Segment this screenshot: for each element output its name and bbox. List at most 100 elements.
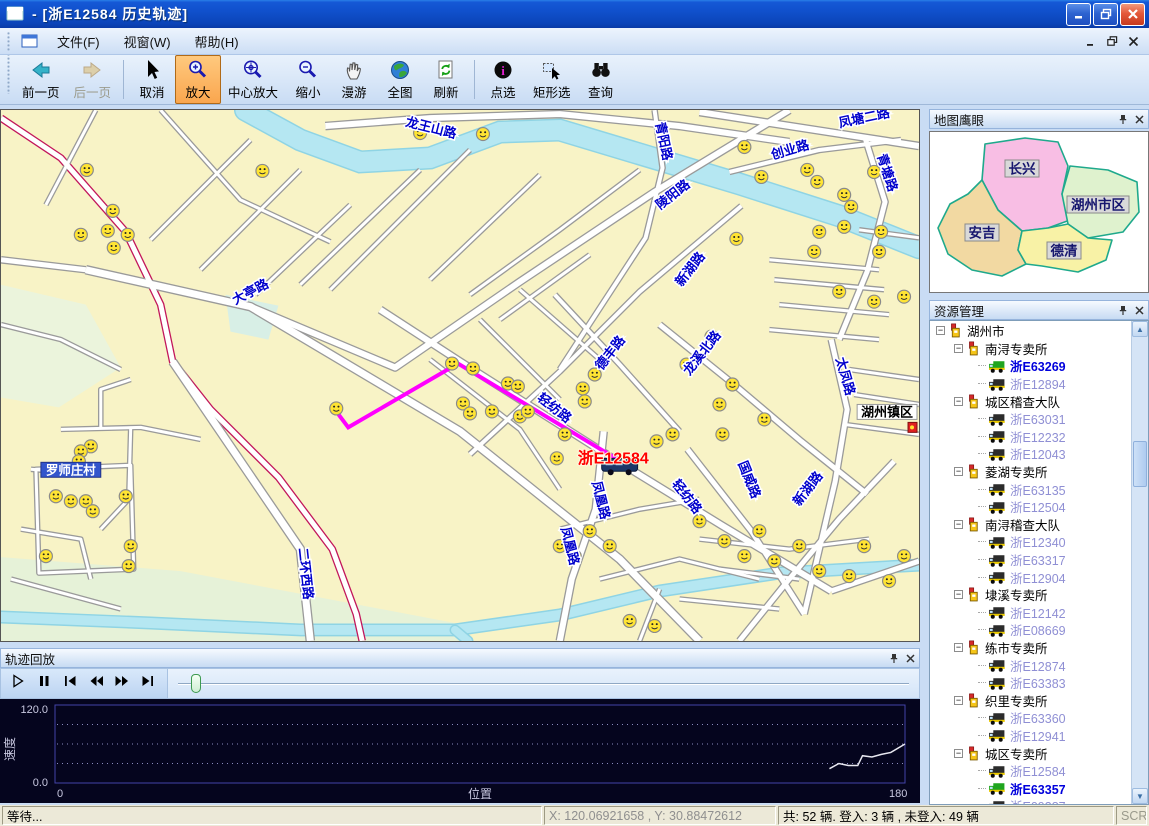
collapse-icon[interactable]: − <box>954 590 963 599</box>
vehicle-marker-icon[interactable] <box>106 204 119 217</box>
pin-icon[interactable] <box>1118 305 1128 316</box>
fast-forward-button[interactable] <box>110 672 134 696</box>
vehicle-marker-icon[interactable] <box>838 220 851 233</box>
vehicle-marker-icon[interactable] <box>648 619 661 632</box>
collapse-icon[interactable]: − <box>954 749 963 758</box>
panel-splitter[interactable] <box>920 109 929 805</box>
vehicle-marker-icon[interactable] <box>838 188 851 201</box>
vehicle-marker-icon[interactable] <box>578 395 591 408</box>
toolbar-button-binoculars[interactable]: 查询 <box>578 55 624 104</box>
vehicle-marker-icon[interactable] <box>446 357 459 370</box>
close-icon[interactable] <box>1135 115 1144 124</box>
vehicle-marker-icon[interactable] <box>666 428 679 441</box>
mdi-child-icon[interactable] <box>21 34 39 49</box>
slider-thumb[interactable] <box>191 674 201 693</box>
tree-node-group[interactable]: −菱湖专卖所 <box>930 463 1131 481</box>
vehicle-marker-icon[interactable] <box>793 540 806 553</box>
vehicle-marker-icon[interactable] <box>813 225 826 238</box>
vehicle-marker-icon[interactable] <box>693 515 706 528</box>
toolbar-button-zoom-in[interactable]: 放大 <box>175 55 221 104</box>
mdi-minimize-icon[interactable] <box>1086 36 1097 47</box>
vehicle-marker-icon[interactable] <box>623 614 636 627</box>
collapse-icon[interactable]: − <box>954 467 963 476</box>
tree-node-vehicle[interactable]: 浙E12904 <box>930 568 1131 586</box>
vehicle-marker-icon[interactable] <box>873 245 886 258</box>
tree-node-vehicle[interactable]: 浙E12894 <box>930 375 1131 393</box>
collapse-icon[interactable]: − <box>954 520 963 529</box>
menubar-grip[interactable] <box>6 31 11 52</box>
tree-node-vehicle[interactable]: 浙E12504 <box>930 498 1131 516</box>
tree-node-group[interactable]: −南浔专卖所 <box>930 340 1131 358</box>
vehicle-marker-icon[interactable] <box>485 405 498 418</box>
tree-node-vehicle[interactable]: 浙E63360 <box>930 709 1131 727</box>
pause-button[interactable] <box>32 672 56 696</box>
vehicle-marker-icon[interactable] <box>121 228 134 241</box>
tree-node-group[interactable]: −城区稽查大队 <box>930 392 1131 410</box>
vehicle-marker-icon[interactable] <box>101 224 114 237</box>
vehicle-marker-icon[interactable] <box>583 525 596 538</box>
vehicle-marker-icon[interactable] <box>768 555 781 568</box>
play-button[interactable] <box>6 672 30 696</box>
mdi-close-icon[interactable] <box>1128 36 1139 47</box>
toolbar-button-zoom-out[interactable]: 缩小 <box>285 55 331 104</box>
vehicle-marker-icon[interactable] <box>718 535 731 548</box>
rewind-button[interactable] <box>84 672 108 696</box>
scroll-thumb[interactable] <box>1133 441 1147 487</box>
vehicle-marker-icon[interactable] <box>875 225 888 238</box>
tree-node-vehicle[interactable]: 浙E63383 <box>930 674 1131 692</box>
menu-item-0[interactable]: 文件(F) <box>45 28 112 55</box>
tree-node-vehicle[interactable]: 浙E12874 <box>930 656 1131 674</box>
collapse-icon[interactable]: − <box>954 643 963 652</box>
tree-node-vehicle[interactable]: 浙E63317 <box>930 551 1131 569</box>
tree-node-city[interactable]: −湖州市 <box>930 322 1131 340</box>
minimize-button[interactable] <box>1066 3 1091 26</box>
toolbar-grip[interactable] <box>6 55 11 94</box>
vehicle-marker-icon[interactable] <box>898 290 911 303</box>
tree-node-vehicle[interactable]: 浙E12142 <box>930 604 1131 622</box>
toolbar-button-arrow-left[interactable]: 前一页 <box>15 55 67 104</box>
menu-item-1[interactable]: 视窗(W) <box>112 28 183 55</box>
toolbar-button-info[interactable]: i点选 <box>480 55 526 104</box>
vehicle-marker-icon[interactable] <box>738 550 751 563</box>
vehicle-marker-icon[interactable] <box>868 295 881 308</box>
menu-item-2[interactable]: 帮助(H) <box>183 28 251 55</box>
tree-node-vehicle[interactable]: 浙E12340 <box>930 533 1131 551</box>
scroll-down-icon[interactable]: ▼ <box>1132 788 1148 804</box>
tree-node-vehicle[interactable]: 浙E63031 <box>930 410 1131 428</box>
vehicle-marker-icon[interactable] <box>726 378 739 391</box>
tree-node-vehicle[interactable]: 浙E63357 <box>930 779 1131 797</box>
vehicle-marker-icon[interactable] <box>843 570 856 583</box>
collapse-icon[interactable]: − <box>954 696 963 705</box>
vehicle-marker-icon[interactable] <box>730 232 743 245</box>
vehicle-marker-icon[interactable] <box>330 402 343 415</box>
scroll-up-icon[interactable]: ▲ <box>1132 321 1148 337</box>
tree-node-group[interactable]: −埭溪专卖所 <box>930 586 1131 604</box>
restore-button[interactable] <box>1093 3 1118 26</box>
toolbar-button-cursor[interactable]: 取消 <box>129 55 175 104</box>
vehicle-marker-icon[interactable] <box>808 245 821 258</box>
close-icon[interactable] <box>906 654 915 663</box>
vehicle-marker-icon[interactable] <box>122 560 135 573</box>
close-button[interactable] <box>1120 3 1145 26</box>
vehicle-marker-icon[interactable] <box>521 405 534 418</box>
vehicle-marker-icon[interactable] <box>74 228 87 241</box>
tree-node-vehicle[interactable]: 浙E12941 <box>930 727 1131 745</box>
vehicle-marker-icon[interactable] <box>845 200 858 213</box>
tree-node-vehicle[interactable]: 浙E12584 <box>930 762 1131 780</box>
collapse-icon[interactable]: − <box>936 326 945 335</box>
skip-end-button[interactable] <box>136 672 160 696</box>
vehicle-marker-icon[interactable] <box>466 362 479 375</box>
vehicle-marker-icon[interactable] <box>80 163 93 176</box>
vehicle-marker-icon[interactable] <box>650 435 663 448</box>
vehicle-marker-icon[interactable] <box>858 540 871 553</box>
pin-icon[interactable] <box>889 653 899 664</box>
mdi-restore-icon[interactable] <box>1107 36 1118 47</box>
vehicle-marker-icon[interactable] <box>463 407 476 420</box>
vehicle-marker-icon[interactable] <box>511 380 524 393</box>
vehicle-marker-icon[interactable] <box>753 525 766 538</box>
tree-node-vehicle[interactable]: 浙E09387 <box>930 797 1131 804</box>
vehicle-marker-icon[interactable] <box>256 164 269 177</box>
vehicle-marker-icon[interactable] <box>476 128 489 141</box>
toolbar-button-refresh[interactable]: 刷新 <box>423 55 469 104</box>
vehicle-marker-icon[interactable] <box>39 550 52 563</box>
